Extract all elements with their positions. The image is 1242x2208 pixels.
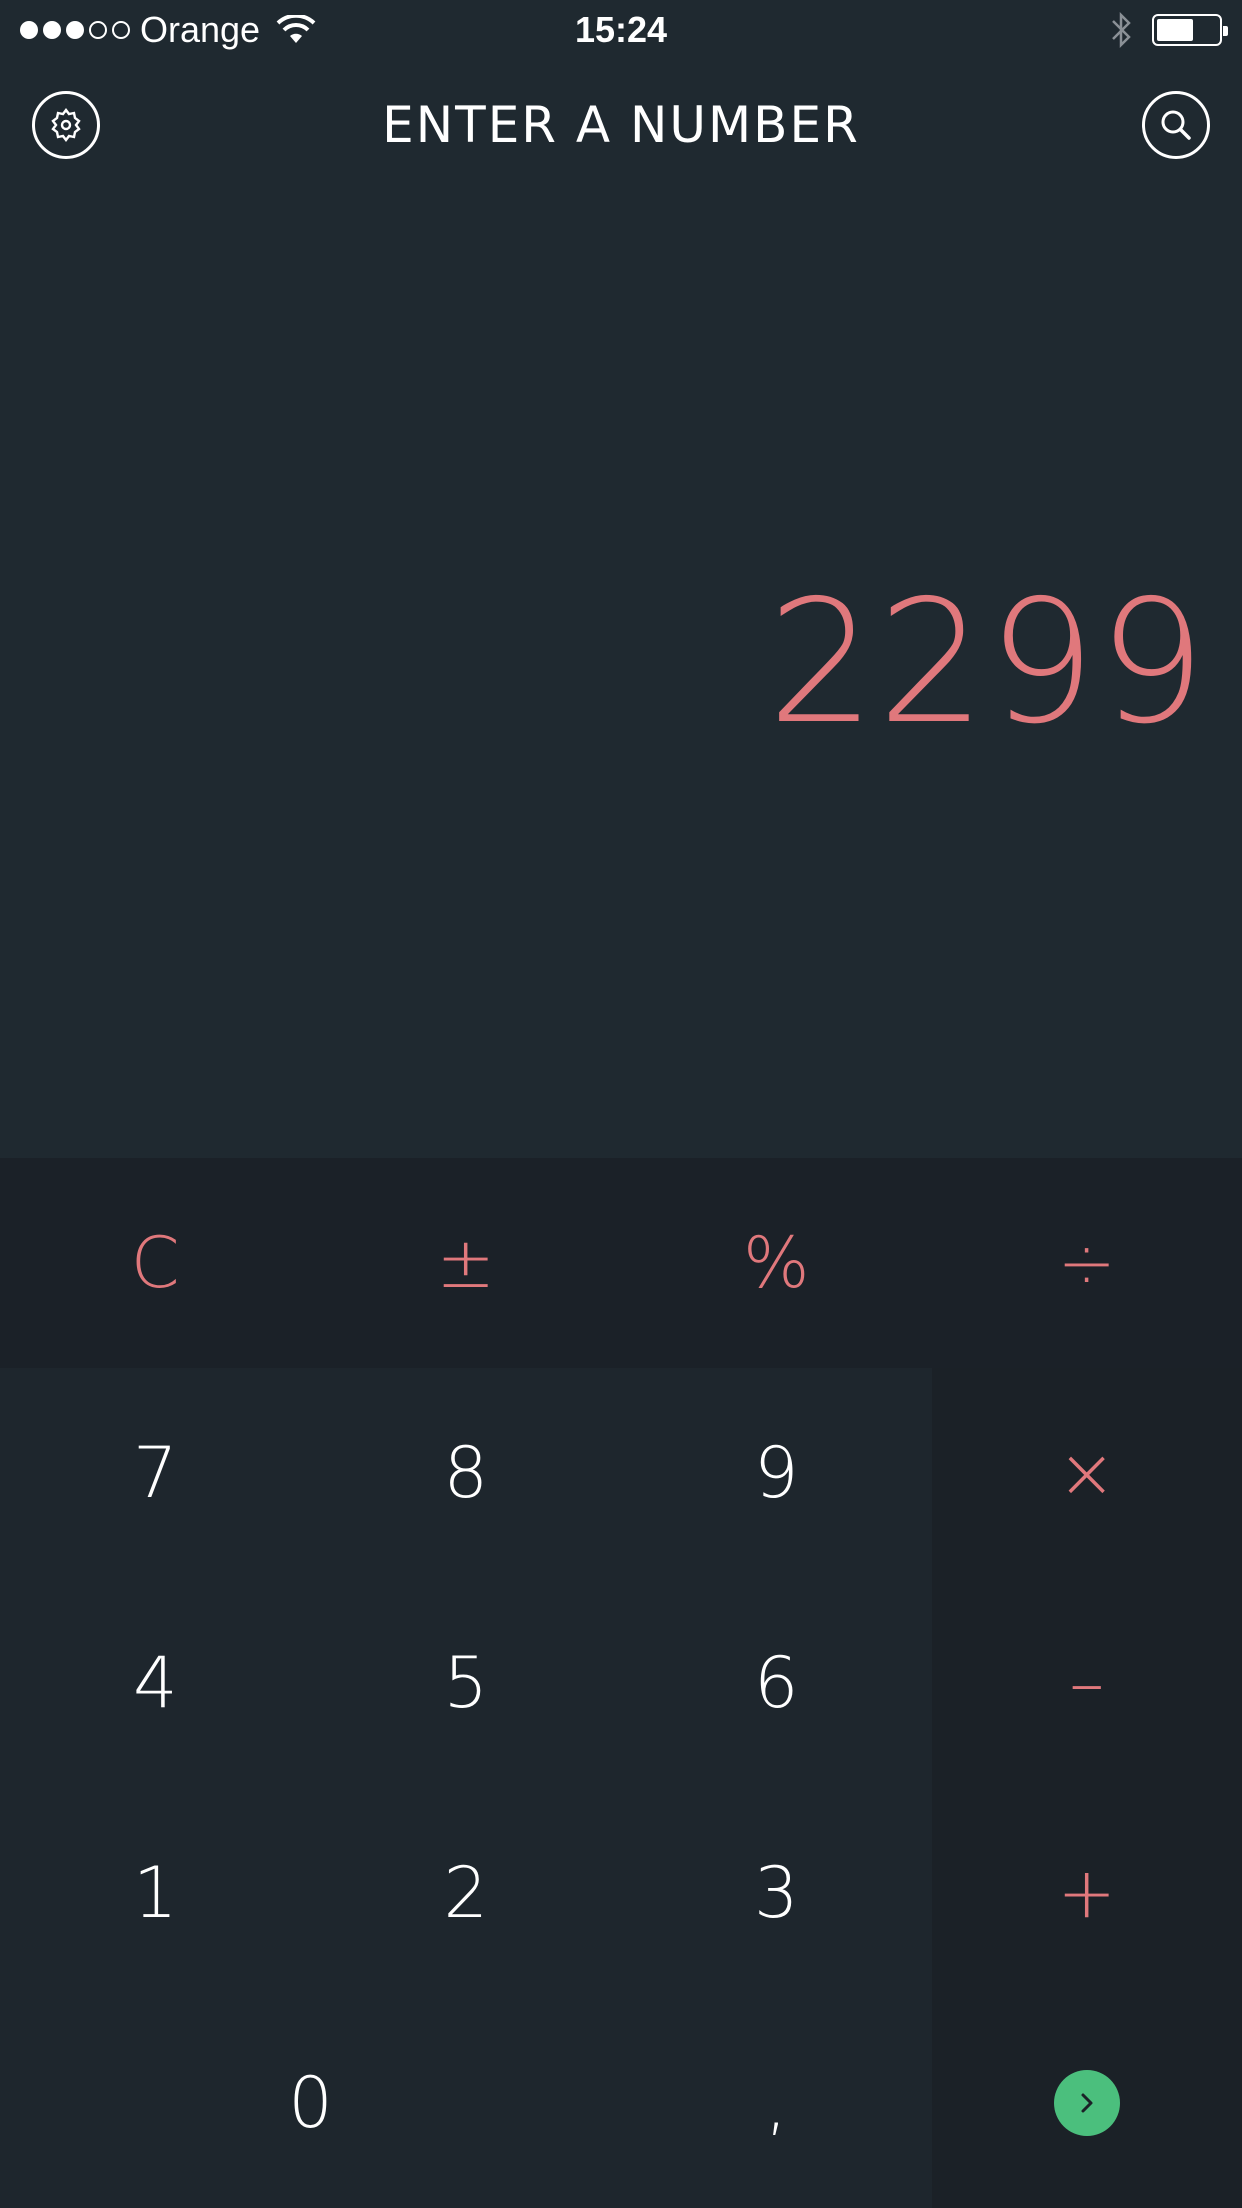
add-button[interactable]: +	[931, 1788, 1242, 1998]
keypad-row: 4 5 6 –	[0, 1578, 1242, 1788]
keypad-row: 0 ,	[0, 1998, 1242, 2208]
chevron-right-icon	[1081, 2093, 1093, 2113]
digit-0-button[interactable]: 0	[0, 1998, 621, 2208]
digit-8-button[interactable]: 8	[310, 1368, 621, 1578]
submit-button[interactable]	[931, 1998, 1242, 2208]
keypad-row: 7 8 9 ×	[0, 1368, 1242, 1578]
signal-strength-icon	[20, 21, 130, 39]
signal-dot	[66, 21, 84, 39]
subtract-button[interactable]: –	[931, 1578, 1242, 1788]
search-icon	[1161, 110, 1191, 140]
digit-4-button[interactable]: 4	[0, 1578, 311, 1788]
digit-3-button[interactable]: 3	[621, 1788, 932, 1998]
keypad: C ± % ÷ 7 8 9 × 4 5 6 – 1 2 3 + 0 ,	[0, 1158, 1242, 2208]
digit-5-button[interactable]: 5	[310, 1578, 621, 1788]
page-title: ENTER A NUMBER	[382, 96, 860, 154]
search-button[interactable]	[1142, 91, 1210, 159]
status-bar: Orange 15:24	[0, 0, 1242, 60]
plus-minus-button[interactable]: ±	[311, 1158, 622, 1368]
nav-bar: ENTER A NUMBER	[0, 60, 1242, 190]
signal-dot	[43, 21, 61, 39]
function-row: C ± % ÷	[0, 1158, 1242, 1368]
settings-button[interactable]	[32, 91, 100, 159]
multiply-button[interactable]: ×	[931, 1368, 1242, 1578]
wifi-icon	[276, 15, 316, 43]
signal-dot	[20, 21, 38, 39]
digit-1-button[interactable]: 1	[0, 1788, 311, 1998]
gear-icon	[51, 108, 81, 142]
battery-nub	[1223, 26, 1228, 36]
signal-dot	[112, 21, 130, 39]
status-right	[1108, 10, 1228, 50]
carrier-name: Orange	[140, 9, 261, 50]
digit-9-button[interactable]: 9	[621, 1368, 932, 1578]
display-value: 2299	[767, 564, 1208, 762]
battery-level	[1157, 19, 1193, 41]
percent-button[interactable]: %	[621, 1158, 932, 1368]
number-display: 2299	[0, 190, 1242, 1158]
clear-button[interactable]: C	[0, 1158, 311, 1368]
signal-dot	[89, 21, 107, 39]
decimal-button[interactable]: ,	[621, 1998, 932, 2208]
digit-2-button[interactable]: 2	[310, 1788, 621, 1998]
submit-circle	[1053, 2070, 1120, 2136]
status-left: Orange	[20, 9, 316, 51]
digit-7-button[interactable]: 7	[0, 1368, 311, 1578]
digit-6-button[interactable]: 6	[621, 1578, 932, 1788]
divide-button[interactable]: ÷	[932, 1158, 1242, 1368]
bluetooth-icon	[1112, 11, 1131, 49]
keypad-row: 1 2 3 +	[0, 1788, 1242, 1998]
battery-icon	[1152, 14, 1228, 46]
